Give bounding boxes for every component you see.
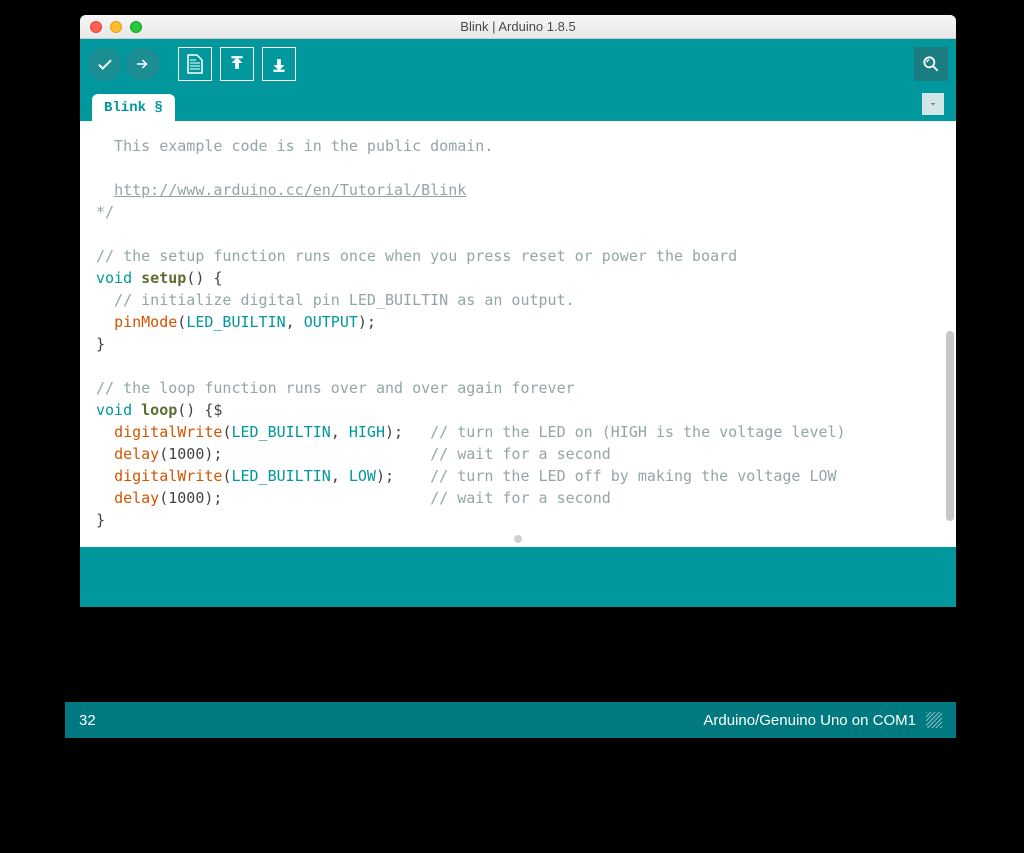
minimize-icon[interactable] [110,21,122,33]
serial-monitor-button[interactable] [914,47,948,81]
code-editor[interactable]: This example code is in the public domai… [80,121,956,547]
check-icon [96,55,114,73]
splitter-handle-icon[interactable] [514,535,522,543]
code-content: This example code is in the public domai… [96,135,940,531]
magnifier-icon [921,54,941,74]
arrow-up-icon [228,55,246,73]
maximize-icon[interactable] [130,21,142,33]
status-board-port: Arduino/Genuino Uno on COM1 [703,712,916,729]
tab-blink[interactable]: Blink § [92,94,175,121]
close-icon[interactable] [90,21,102,33]
new-button[interactable] [178,47,212,81]
file-icon [187,54,203,74]
window-controls [80,21,142,33]
toolbar [80,39,956,89]
arduino-ide-window: Blink | Arduino 1.8.5 Blink § This [80,15,956,607]
verify-button[interactable] [88,47,122,81]
open-button[interactable] [220,47,254,81]
titlebar: Blink | Arduino 1.8.5 [80,15,956,39]
scrollbar[interactable] [946,331,954,521]
save-button[interactable] [262,47,296,81]
arrow-down-icon [270,55,288,73]
tab-strip: Blink § [80,89,956,121]
window-title: Blink | Arduino 1.8.5 [80,19,956,34]
tab-menu-button[interactable] [922,93,944,115]
chevron-down-icon [927,98,939,110]
console-area [80,547,956,607]
status-bar: 32 Arduino/Genuino Uno on COM1 [65,702,956,738]
status-line-number: 32 [79,712,96,729]
tutorial-link[interactable]: http://www.arduino.cc/en/Tutorial/Blink [114,181,466,199]
arrow-right-icon [134,55,152,73]
resize-grip-icon[interactable] [926,712,942,728]
upload-button[interactable] [126,47,160,81]
